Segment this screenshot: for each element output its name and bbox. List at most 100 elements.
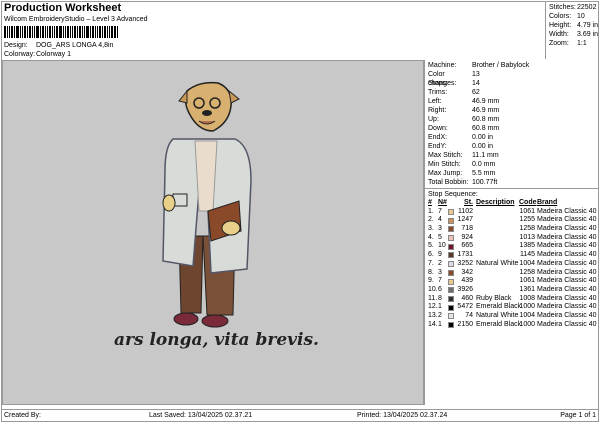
col-code: Code	[519, 199, 537, 206]
stop-number: 13.	[428, 311, 438, 319]
table-row: 4. 5 924 1013 Madeira Classic 40	[428, 234, 598, 243]
thread-brand: Madeira Classic 40	[537, 233, 597, 241]
software-subtitle: Wilcom EmbroideryStudio – Level 3 Advanc…	[4, 16, 148, 23]
created-by: Created By:	[4, 412, 41, 419]
thread-code: 1008	[519, 294, 535, 302]
stop-number: 2.	[428, 216, 434, 224]
info-label: Machine:	[428, 62, 457, 69]
info-row: Down: 60.8 mm	[428, 124, 598, 133]
thread-code: 1361	[519, 285, 535, 293]
table-row: 2. 4 1247 1255 Madeira Classic 40	[428, 216, 598, 225]
needle-number: 9	[438, 251, 442, 259]
thread-code: 1385	[519, 242, 535, 250]
stitch-count: 439	[461, 277, 473, 285]
stitch-count: 1731	[457, 251, 473, 259]
color-swatch	[448, 235, 454, 242]
stop-number: 9.	[428, 277, 434, 285]
stop-number: 14.	[428, 320, 438, 328]
info-value: 60.8 mm	[472, 125, 500, 132]
table-row: 9. 7 439 1061 Madeira Classic 40	[428, 277, 598, 286]
design-value: DOG_ARS LONGA 4,8in	[36, 42, 114, 49]
thread-brand: Madeira Classic 40	[537, 303, 597, 311]
stitch-count: 3252	[457, 259, 473, 267]
col-number: #	[428, 199, 432, 206]
printed-date: Printed: 13/04/2025 02.37.24	[357, 412, 448, 419]
info-label: Min Stitch:	[428, 161, 461, 168]
design-preview	[2, 60, 424, 405]
thread-brand: Madeira Classic 40	[537, 311, 597, 319]
color-swatch	[448, 321, 454, 328]
stat-label: Width:	[549, 31, 569, 38]
table-row: 3. 3 718 1258 Madeira Classic 40	[428, 225, 598, 234]
table-row: 14. 1 2150 Emerald Black 1000 Madeira Classic…	[428, 321, 598, 330]
thread-brand: Madeira Classic 40	[537, 320, 597, 328]
info-value: Brother / Babylock	[472, 62, 530, 69]
stop-sequence-header: # N# St. Description Code Brand	[428, 199, 598, 208]
barcode	[4, 26, 154, 38]
needle-number: 1	[438, 303, 442, 311]
stitch-count: 460	[461, 294, 473, 302]
info-row: Up: 60.8 mm	[428, 115, 598, 124]
color-swatch	[448, 209, 454, 216]
color-swatch	[448, 226, 454, 233]
stop-number: 4.	[428, 233, 434, 241]
info-label: EndY:	[428, 143, 447, 150]
thread-brand: Madeira Classic 40	[537, 259, 597, 267]
stop-number: 5.	[428, 242, 434, 250]
design-motto-text: ars longa, vita brevis.	[114, 330, 319, 350]
info-row: Max Jump: 5.5 mm	[428, 169, 598, 178]
table-row: 12. 1 5472 Emerald Black 1000 Madeira Classic…	[428, 303, 598, 312]
thread-brand: Madeira Classic 40	[537, 207, 597, 215]
stop-number: 8.	[428, 268, 434, 276]
col-description: Description	[476, 199, 515, 206]
color-swatch	[448, 295, 454, 302]
colorway-value: Colorway 1	[36, 51, 72, 58]
thread-brand: Madeira Classic 40	[537, 277, 597, 285]
stat-row: Width: 3.69 in	[549, 30, 599, 39]
info-label: Color changes:	[428, 71, 457, 87]
needle-number: 1	[438, 320, 442, 328]
page-number: Page 1 of 1	[560, 412, 596, 419]
stitch-count: 5472	[457, 303, 473, 311]
stat-value: 10	[577, 13, 585, 20]
info-value: 46.9 mm	[472, 98, 500, 105]
info-label: Stops:	[428, 80, 448, 87]
thread-description: Natural White	[476, 311, 519, 319]
thread-description	[473, 234, 519, 243]
info-label: Max Jump:	[428, 170, 463, 177]
info-value: 14	[472, 80, 480, 87]
color-swatch	[448, 313, 454, 320]
footer: Created By: Last Saved: 13/04/2025 02.37…	[2, 409, 598, 421]
thread-description	[473, 269, 519, 278]
thread-description: Emerald Black	[476, 320, 522, 328]
thread-brand: Madeira Classic 40	[537, 216, 597, 224]
stop-sequence-title: Stop Sequence:	[428, 191, 478, 198]
info-row: EndX: 0.00 in	[428, 133, 598, 142]
color-swatch	[448, 304, 454, 311]
needle-number: 7	[438, 207, 442, 215]
info-label: Down:	[428, 125, 448, 132]
stitch-count: 1247	[457, 216, 473, 224]
stitch-count: 924	[461, 233, 473, 241]
page-title: Production Worksheet	[4, 2, 122, 14]
info-row: Stops: 14	[428, 79, 598, 88]
info-label: Max Stitch:	[428, 152, 463, 159]
thread-brand: Madeira Classic 40	[537, 268, 597, 276]
stitch-count: 342	[461, 268, 473, 276]
thread-brand: Madeira Classic 40	[537, 225, 597, 233]
needle-number: 4	[438, 216, 442, 224]
stitch-count: 2150	[457, 320, 473, 328]
stat-label: Height:	[549, 22, 572, 29]
stat-row: Zoom: 1:1	[549, 39, 599, 48]
stop-number: 7.	[428, 259, 434, 267]
info-value: 11.1 mm	[472, 152, 499, 159]
col-brand: Brand	[537, 199, 558, 206]
info-value: 60.8 mm	[472, 116, 500, 123]
thread-description	[473, 251, 519, 260]
stat-value: 1:1	[577, 40, 587, 47]
table-row: 7. 2 3252 Natural White 1004 Madeira Classic …	[428, 260, 598, 269]
stop-number: 6.	[428, 251, 434, 259]
stat-value: 3.69 in	[577, 31, 599, 38]
info-value: 5.5 mm	[472, 170, 496, 177]
color-swatch	[448, 252, 454, 259]
